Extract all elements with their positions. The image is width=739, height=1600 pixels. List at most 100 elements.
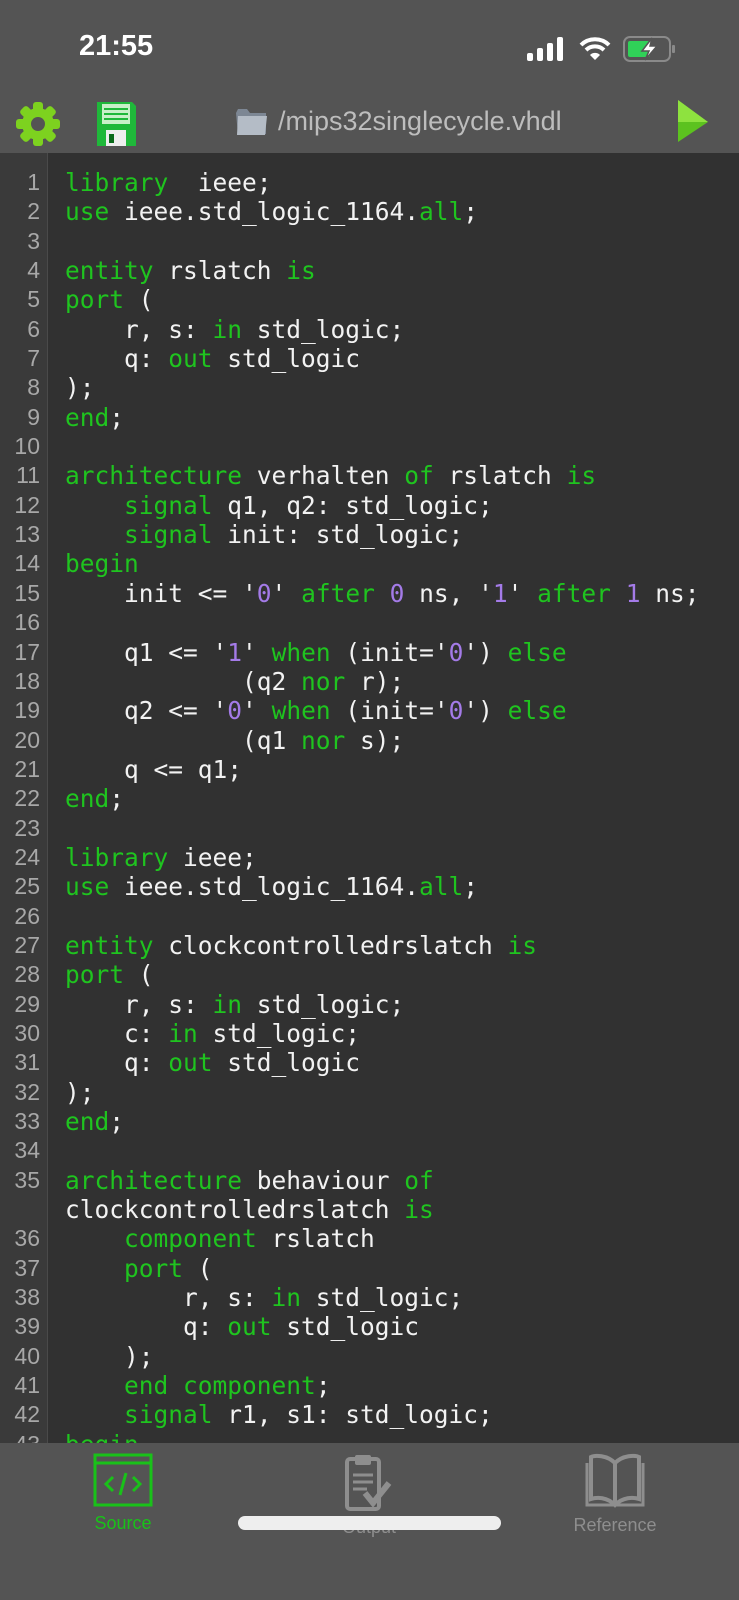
code-token: ;: [109, 402, 125, 432]
code-token: (init=': [330, 637, 449, 667]
line-number: 2: [27, 198, 40, 225]
keyword-token: signal: [124, 490, 213, 520]
code-token: c:: [65, 1018, 169, 1048]
code-text: component rslatch: [65, 1224, 735, 1253]
code-line: 31 q: out std_logic: [0, 1048, 739, 1077]
keyword-token: signal: [124, 1400, 213, 1430]
cellular-signal-icon: [527, 37, 563, 61]
line-number: 27: [14, 931, 40, 958]
line-number: 17: [14, 638, 40, 665]
keyword-token: architecture: [65, 461, 243, 491]
number-token: 1: [227, 637, 243, 667]
line-number: 4: [27, 257, 40, 284]
code-token: std_logic;: [242, 314, 405, 344]
floppy-disk-icon[interactable]: [94, 100, 138, 148]
code-token: r, s:: [65, 1283, 272, 1313]
keyword-token: in: [212, 314, 243, 344]
code-token: (q1: [65, 725, 302, 755]
line-number: 30: [14, 1019, 40, 1046]
gear-icon[interactable]: [14, 100, 62, 148]
wifi-icon: [579, 37, 611, 60]
keyword-token: use: [65, 197, 110, 227]
code-line: 6 r, s: in std_logic;: [0, 315, 739, 344]
code-line: 18 (q2 nor r);: [0, 667, 739, 696]
code-token: ;: [315, 1371, 331, 1401]
keyword-token: out: [168, 1048, 213, 1078]
file-path[interactable]: /mips32singlecycle.vhdl: [278, 106, 562, 137]
code-token: ;: [109, 1107, 125, 1136]
code-token: q2 <= ': [65, 696, 228, 726]
code-token: ns, ': [404, 578, 493, 608]
line-number: 37: [14, 1254, 40, 1281]
code-text: end;: [65, 1107, 735, 1136]
code-line: 24 library ieee;: [0, 843, 739, 872]
code-text: use ieee.std_logic_1164.all;: [65, 197, 735, 226]
code-token: r1, s1: std_logic;: [212, 1400, 493, 1430]
line-number: 42: [14, 1401, 40, 1428]
code-token: '): [463, 696, 508, 726]
code-icon: [93, 1453, 153, 1507]
code-line: 38 r, s: in std_logic;: [0, 1283, 739, 1312]
line-number: 33: [14, 1108, 40, 1134]
line-number: 12: [14, 491, 40, 518]
code-text: r, s: in std_logic;: [65, 990, 735, 1019]
code-line: 13 signal init: std_logic;: [0, 520, 739, 549]
code-text: q1 <= '1' when (init='0') else: [65, 638, 735, 667]
code-token: std_logic;: [301, 1283, 464, 1313]
number-token: 1: [625, 578, 641, 608]
keyword-token: use: [65, 872, 110, 902]
number-token: 0: [389, 578, 405, 608]
code-line: 30 c: in std_logic;: [0, 1019, 739, 1048]
code-token: init: std_logic;: [212, 520, 464, 550]
code-text: );: [65, 373, 735, 402]
line-number: 10: [14, 433, 40, 460]
code-line: 1 library ieee;: [0, 168, 739, 197]
line-number: 23: [14, 814, 40, 841]
number-token: 0: [448, 637, 464, 667]
code-text: r, s: in std_logic;: [65, 315, 735, 344]
code-text: entity rslatch is: [65, 256, 735, 285]
tab-label: Reference: [573, 1515, 657, 1535]
keyword-token: component: [183, 1371, 316, 1401]
keyword-token: begin: [65, 1430, 139, 1443]
code-token: std_logic: [212, 1048, 361, 1078]
line-number: 32: [14, 1078, 40, 1105]
code-line: 15 init <= '0' after 0 ns, '1' after 1 n…: [0, 579, 739, 608]
keyword-token: library: [65, 168, 169, 197]
code-token: );: [65, 373, 95, 403]
play-icon[interactable]: [676, 98, 710, 144]
code-token: (: [124, 960, 154, 990]
code-line: 4 entity rslatch is: [0, 256, 739, 285]
line-number: 35: [14, 1166, 40, 1193]
line-number: 3: [27, 227, 40, 254]
keyword-token: nor: [301, 666, 346, 696]
home-indicator[interactable]: [238, 1516, 501, 1530]
tab-reference[interactable]: Reference: [540, 1453, 690, 1536]
code-text: signal q1, q2: std_logic;: [65, 491, 735, 520]
code-line: 32);: [0, 1078, 739, 1107]
code-line: 36 component rslatch: [0, 1224, 739, 1253]
clipboard-check-icon: [345, 1455, 392, 1511]
code-text: entity clockcontrolledrslatch is: [65, 931, 735, 960]
code-line: 27 entity clockcontrolledrslatch is: [0, 931, 739, 960]
tab-source[interactable]: Source: [48, 1453, 198, 1534]
code-token: (: [183, 1253, 213, 1283]
line-number: 24: [14, 843, 40, 870]
code-token: q <= q1;: [65, 754, 243, 784]
code-editor[interactable]: 1 library ieee; 2 use ieee.std_logic_1164.a…: [0, 153, 739, 1443]
line-number: 1: [27, 169, 40, 195]
code-token: q:: [65, 1312, 228, 1342]
line-number: 41: [14, 1372, 40, 1399]
line-number: 16: [14, 609, 40, 636]
keyword-token: architecture: [65, 1165, 243, 1195]
line-number: 26: [14, 902, 40, 929]
code-token: );: [65, 1341, 154, 1371]
code-token: ': [242, 637, 272, 667]
keyword-token: library: [65, 842, 169, 872]
code-line: 41 end component;: [0, 1371, 739, 1400]
code-token: std_logic: [212, 344, 361, 374]
